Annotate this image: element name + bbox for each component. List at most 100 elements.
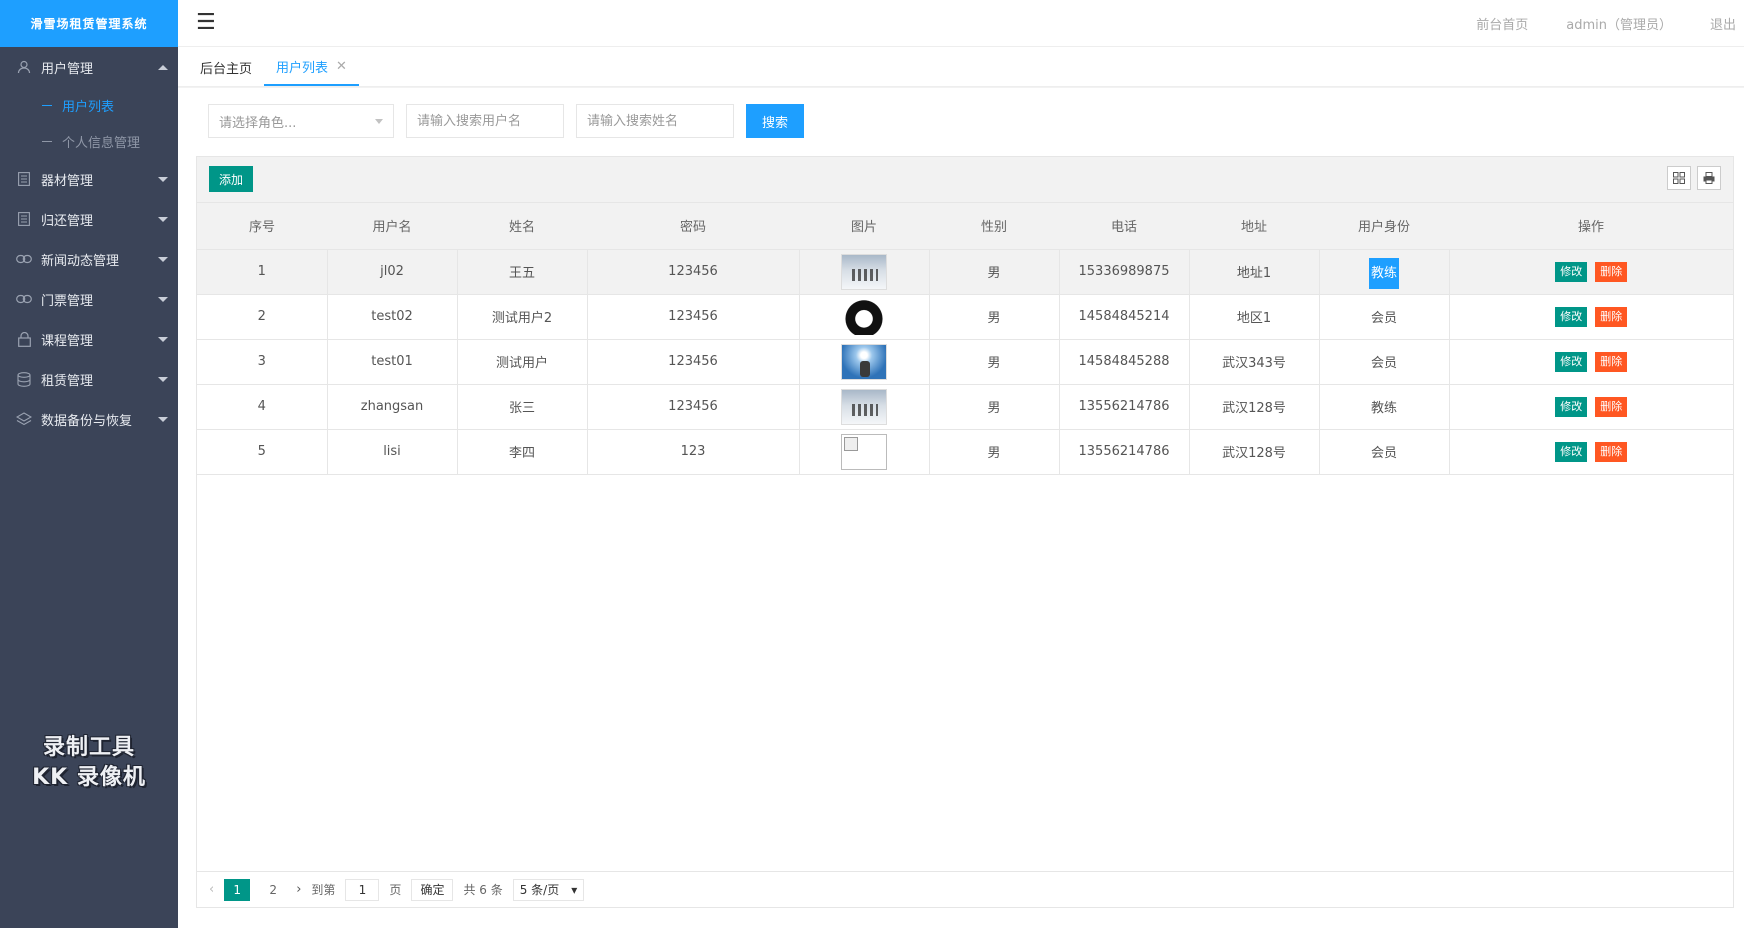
hamburger-menu-icon[interactable]: ☰ [196, 12, 216, 34]
chevron-down-icon [158, 416, 168, 422]
user-photo[interactable] [841, 298, 887, 335]
page-number-current[interactable]: 1 [224, 878, 251, 901]
goto-label: 到第 [311, 883, 336, 897]
sidebar-item-label: 课程管理 [41, 333, 94, 349]
search-button[interactable]: 搜索 [746, 104, 804, 138]
goto-page-input[interactable] [345, 878, 380, 901]
dash-icon [42, 104, 52, 106]
edit-button[interactable]: 修改 [1555, 441, 1588, 462]
table-row[interactable]: 4 zhangsan 张三 123456 男 13556214786 武汉128… [197, 384, 1733, 430]
sidebar-item-label: 用户管理 [41, 61, 94, 77]
edit-button[interactable]: 修改 [1555, 261, 1588, 282]
total-count: 共 6 条 [463, 883, 503, 897]
cell-image [799, 384, 930, 430]
front-home-link[interactable]: 前台首页 [1476, 14, 1528, 33]
sidebar-menu: 用户管理 用户列表 个人信息管理 器材管理 归还管理 新闻动态管理 门票管理 课… [0, 47, 178, 439]
sidebar-subitem-user-list[interactable]: 用户列表 [0, 87, 178, 123]
sidebar-item-label: 新闻动态管理 [41, 253, 120, 269]
sidebar-item-tickets[interactable]: 门票管理 [0, 279, 178, 319]
user-icon [16, 59, 32, 75]
table-row[interactable]: 5 lisi 李四 123 男 13556214786 武汉128号 会员 修改… [197, 429, 1733, 475]
caret-down-icon [375, 118, 383, 124]
sidebar-subitem-profile[interactable]: 个人信息管理 [0, 123, 178, 159]
cell-no: 5 [197, 429, 328, 475]
column-header: 性别 [929, 203, 1059, 250]
cell-phone: 13556214786 [1059, 384, 1190, 430]
logout-link[interactable]: 退出 [1710, 14, 1736, 33]
chevron-down-icon [158, 296, 168, 302]
sidebar-item-rental[interactable]: 租赁管理 [0, 359, 178, 399]
sidebar-item-return[interactable]: 归还管理 [0, 199, 178, 239]
prev-page-icon[interactable]: ‹ [209, 882, 214, 897]
table-row[interactable]: 2 test02 测试用户2 123456 男 14584845214 地区1 … [197, 294, 1733, 340]
list-icon [16, 211, 32, 227]
broken-image-icon[interactable] [841, 433, 887, 470]
delete-button[interactable]: 删除 [1595, 261, 1628, 282]
cell-username: lisi [327, 429, 458, 475]
cell-password: 123456 [587, 294, 800, 340]
sidebar-item-equipment[interactable]: 器材管理 [0, 159, 178, 199]
delete-button[interactable]: 删除 [1595, 351, 1628, 372]
close-icon[interactable]: ✕ [336, 59, 347, 74]
delete-button[interactable]: 删除 [1595, 396, 1628, 417]
edit-button[interactable]: 修改 [1555, 396, 1588, 417]
cell-no: 2 [197, 294, 328, 340]
columns-filter-button[interactable] [1667, 166, 1691, 190]
role-select[interactable]: 请选择角色... [208, 104, 394, 138]
cell-username: test02 [327, 294, 458, 340]
username-search-input[interactable] [406, 104, 564, 138]
cell-name: 李四 [457, 429, 588, 475]
add-button[interactable]: 添加 [209, 166, 254, 192]
sidebar-item-label: 归还管理 [41, 213, 94, 229]
sidebar-item-label: 租赁管理 [41, 373, 94, 389]
delete-button[interactable]: 删除 [1595, 441, 1628, 462]
sidebar-item-user-management[interactable]: 用户管理 [0, 47, 178, 87]
delete-button[interactable]: 删除 [1595, 306, 1628, 327]
next-page-icon[interactable]: › [296, 882, 301, 897]
user-table: 序号 用户名 姓名 密码 图片 性别 电话 地址 用户身份 操作 1 jl02 … [197, 203, 1733, 475]
cell-gender: 男 [929, 384, 1060, 430]
user-photo[interactable] [841, 388, 887, 425]
column-header: 操作 [1449, 203, 1733, 250]
table-toolbar: 添加 [197, 157, 1733, 203]
sidebar-item-backup[interactable]: 数据备份与恢复 [0, 399, 178, 439]
page-unit-label: 页 [389, 883, 402, 897]
column-header: 序号 [197, 203, 327, 250]
user-photo[interactable] [841, 253, 887, 290]
watermark-line: 录制工具 [42, 735, 135, 760]
tab-label: 后台主页 [200, 61, 253, 77]
watermark-line: KK 录像机 [32, 765, 146, 790]
table-row[interactable]: 1 jl02 王五 123456 男 15336989875 地址1 教练 修改… [197, 249, 1733, 295]
cell-image [799, 429, 930, 475]
sidebar-item-label: 器材管理 [41, 173, 94, 189]
page-size-select[interactable]: 5 条/页 ▾ [512, 878, 585, 901]
table-row[interactable]: 3 test01 测试用户 123456 男 14584845288 武汉343… [197, 339, 1733, 385]
user-photo[interactable] [841, 343, 887, 380]
cell-password: 123 [587, 429, 800, 475]
goto-confirm-button[interactable]: 确定 [411, 878, 454, 901]
tab-user-list[interactable]: 用户列表 ✕ [264, 48, 359, 86]
cell-no: 1 [197, 249, 328, 295]
cell-phone: 13556214786 [1059, 429, 1190, 475]
edit-button[interactable]: 修改 [1555, 351, 1588, 372]
tab-dashboard[interactable]: 后台主页 [188, 48, 264, 86]
name-search-input[interactable] [576, 104, 734, 138]
cell-name: 测试用户 [457, 339, 588, 385]
table-panel: 添加 序号 用户名 姓名 密码 图片 性别 电话 地址 用户身份 操作 1 jl… [196, 156, 1734, 908]
column-header: 用户名 [327, 203, 457, 250]
app-logo: 滑雪场租赁管理系统 [0, 0, 178, 47]
top-header: ☰ 前台首页 admin（管理员） 退出 [178, 0, 1744, 47]
role-select-placeholder: 请选择角色... [219, 115, 297, 131]
sidebar-item-news[interactable]: 新闻动态管理 [0, 239, 178, 279]
pagination: ‹ 1 2 › 到第 页 确定 共 6 条 5 条/页 ▾ [197, 871, 1733, 907]
link-icon [16, 251, 32, 267]
cell-image [799, 339, 930, 385]
edit-button[interactable]: 修改 [1555, 306, 1588, 327]
sidebar-item-courses[interactable]: 课程管理 [0, 319, 178, 359]
chevron-down-icon [158, 216, 168, 222]
print-button[interactable] [1697, 166, 1721, 190]
page-number[interactable]: 2 [260, 879, 286, 901]
current-user[interactable]: admin（管理员） [1566, 14, 1672, 33]
cell-gender: 男 [929, 429, 1060, 475]
cell-actions: 修改 删除 [1449, 384, 1733, 430]
